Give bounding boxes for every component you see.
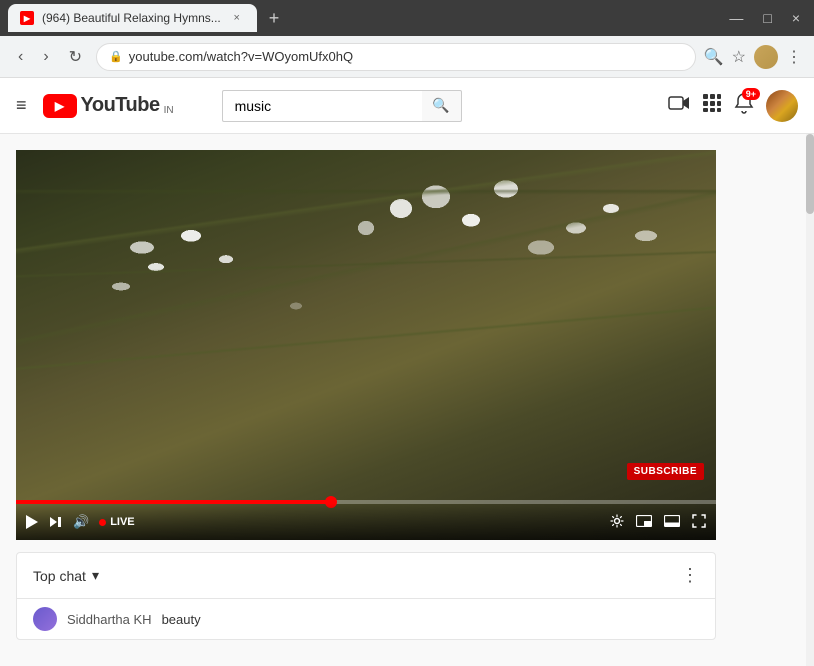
forward-button[interactable]: › bbox=[37, 44, 54, 70]
video-controls: 🔊 LIVE bbox=[16, 504, 716, 540]
video-background bbox=[16, 150, 716, 540]
lock-icon: 🔒 bbox=[109, 50, 123, 63]
live-badge: LIVE bbox=[99, 516, 134, 528]
close-window-button[interactable]: × bbox=[786, 8, 806, 28]
gear-icon bbox=[610, 514, 624, 531]
youtube-header-actions: 9+ bbox=[668, 90, 798, 122]
notifications-button[interactable]: 9+ bbox=[734, 92, 754, 120]
live-dot bbox=[99, 519, 106, 526]
skip-icon bbox=[50, 517, 61, 527]
chat-message: Siddhartha KH beauty bbox=[17, 599, 715, 639]
youtube-search-bar: 🔍 bbox=[222, 90, 462, 122]
browser-tab[interactable]: ▶ (964) Beautiful Relaxing Hymns... × bbox=[8, 4, 257, 32]
browser-profile-avatar[interactable] bbox=[754, 45, 778, 69]
maximize-button[interactable]: □ bbox=[757, 8, 777, 28]
window-controls: — □ × bbox=[723, 8, 806, 28]
chat-user-avatar bbox=[33, 607, 57, 631]
tab-title: (964) Beautiful Relaxing Hymns... bbox=[42, 11, 221, 25]
youtube-header: ≡ ▶ YouTube IN 🔍 bbox=[0, 78, 814, 134]
miniplayer-icon bbox=[636, 514, 652, 530]
bookmark-icon-btn[interactable]: ☆ bbox=[732, 47, 746, 67]
volume-icon: 🔊 bbox=[73, 514, 89, 530]
new-tab-button[interactable]: + bbox=[265, 4, 284, 33]
settings-button[interactable] bbox=[608, 512, 626, 533]
upload-icon bbox=[668, 95, 690, 117]
play-button[interactable] bbox=[24, 513, 40, 531]
scrollbar-thumb[interactable] bbox=[806, 134, 814, 214]
scrollbar-track[interactable] bbox=[806, 134, 814, 666]
youtube-logo-icon: ▶ bbox=[43, 94, 77, 118]
upload-button[interactable] bbox=[668, 94, 690, 118]
chat-title-dropdown[interactable]: Top chat ▾ bbox=[33, 567, 99, 584]
fullscreen-button[interactable] bbox=[690, 512, 708, 533]
chat-menu-button[interactable]: ⋮ bbox=[681, 565, 699, 586]
bell-icon bbox=[734, 97, 754, 119]
user-avatar[interactable] bbox=[766, 90, 798, 122]
chat-message-text: beauty bbox=[162, 612, 201, 627]
browser-menu-button[interactable]: ⋮ bbox=[786, 47, 802, 67]
play-icon bbox=[26, 515, 38, 529]
chat-author: Siddhartha KH bbox=[67, 612, 152, 627]
url-text: youtube.com/watch?v=WOyomUfx0hQ bbox=[129, 49, 683, 64]
browser-addressbar: ‹ › ↻ 🔒 youtube.com/watch?v=WOyomUfx0hQ … bbox=[0, 36, 814, 78]
skip-button[interactable] bbox=[48, 515, 63, 529]
fullscreen-icon bbox=[692, 514, 706, 531]
addressbar-icons: 🔍 ☆ ⋮ bbox=[704, 45, 802, 69]
search-icon: 🔍 bbox=[432, 97, 449, 114]
apps-icon bbox=[702, 96, 722, 118]
youtube-logo-country: IN bbox=[164, 105, 174, 116]
search-input[interactable] bbox=[222, 90, 422, 122]
youtube-menu-button[interactable]: ≡ bbox=[16, 95, 27, 116]
chat-header: Top chat ▾ ⋮ bbox=[17, 553, 715, 599]
notification-badge: 9+ bbox=[742, 88, 760, 100]
main-content: SUBSCRIBE 🔊 bbox=[0, 134, 814, 666]
tab-favicon: ▶ bbox=[20, 11, 34, 25]
subscribe-overlay[interactable]: SUBSCRIBE bbox=[627, 463, 704, 480]
apps-button[interactable] bbox=[702, 93, 722, 119]
theatre-mode-button[interactable] bbox=[662, 512, 682, 532]
browser-titlebar: ▶ (964) Beautiful Relaxing Hymns... × + … bbox=[0, 0, 814, 36]
address-bar[interactable]: 🔒 youtube.com/watch?v=WOyomUfx0hQ bbox=[96, 43, 696, 71]
reload-button[interactable]: ↻ bbox=[63, 43, 88, 71]
chat-section: Top chat ▾ ⋮ Siddhartha KH beauty bbox=[16, 552, 716, 640]
theatre-icon bbox=[664, 514, 680, 530]
youtube-logo[interactable]: ▶ YouTube IN bbox=[43, 94, 174, 118]
search-icon-btn[interactable]: 🔍 bbox=[704, 47, 724, 67]
video-thumbnail bbox=[16, 150, 716, 540]
volume-button[interactable]: 🔊 bbox=[71, 512, 91, 532]
youtube-logo-text: YouTube bbox=[81, 94, 160, 117]
controls-right bbox=[608, 512, 708, 533]
video-player[interactable]: SUBSCRIBE 🔊 bbox=[16, 150, 716, 540]
live-label: LIVE bbox=[110, 516, 134, 528]
back-button[interactable]: ‹ bbox=[12, 44, 29, 70]
chat-dropdown-icon: ▾ bbox=[92, 567, 99, 584]
search-button[interactable]: 🔍 bbox=[422, 90, 462, 122]
tab-close-button[interactable]: × bbox=[229, 10, 245, 26]
minimize-button[interactable]: — bbox=[723, 8, 749, 28]
chat-title-label: Top chat bbox=[33, 568, 86, 584]
content-area: SUBSCRIBE 🔊 bbox=[0, 134, 806, 666]
subscribe-label: SUBSCRIBE bbox=[634, 466, 697, 477]
miniplayer-button[interactable] bbox=[634, 512, 654, 532]
